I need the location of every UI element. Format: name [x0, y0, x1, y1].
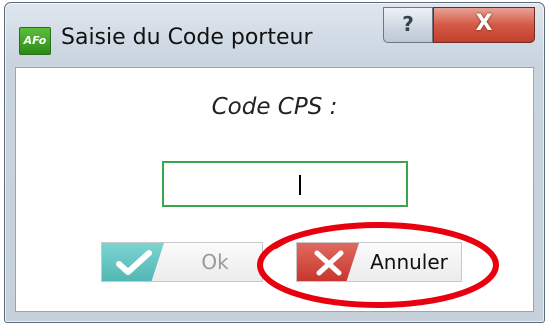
- text-caret: [299, 175, 301, 195]
- ok-button-label: Ok: [201, 250, 229, 274]
- question-mark-icon: ?: [402, 12, 414, 36]
- ok-button[interactable]: Ok: [101, 242, 263, 282]
- close-icon: X: [475, 11, 493, 36]
- ok-icon-box: [102, 243, 164, 281]
- dialog-window: AFo Saisie du Code porteur ? X Code CPS …: [4, 2, 545, 323]
- help-button[interactable]: ?: [383, 7, 433, 43]
- app-logo-icon: AFo: [19, 27, 51, 55]
- window-title: Saisie du Code porteur: [61, 25, 313, 50]
- cancel-button[interactable]: Annuler: [296, 242, 462, 282]
- close-button[interactable]: X: [433, 7, 535, 43]
- cross-icon: [314, 250, 344, 276]
- code-cps-label: Code CPS :: [211, 94, 338, 120]
- dialog-content: Code CPS : Ok Annuler: [15, 67, 534, 312]
- cancel-icon-box: [297, 243, 359, 281]
- code-cps-input[interactable]: [162, 161, 408, 207]
- checkmark-icon: [116, 250, 152, 275]
- title-bar[interactable]: AFo Saisie du Code porteur ? X: [5, 3, 544, 67]
- cancel-button-label: Annuler: [370, 250, 448, 274]
